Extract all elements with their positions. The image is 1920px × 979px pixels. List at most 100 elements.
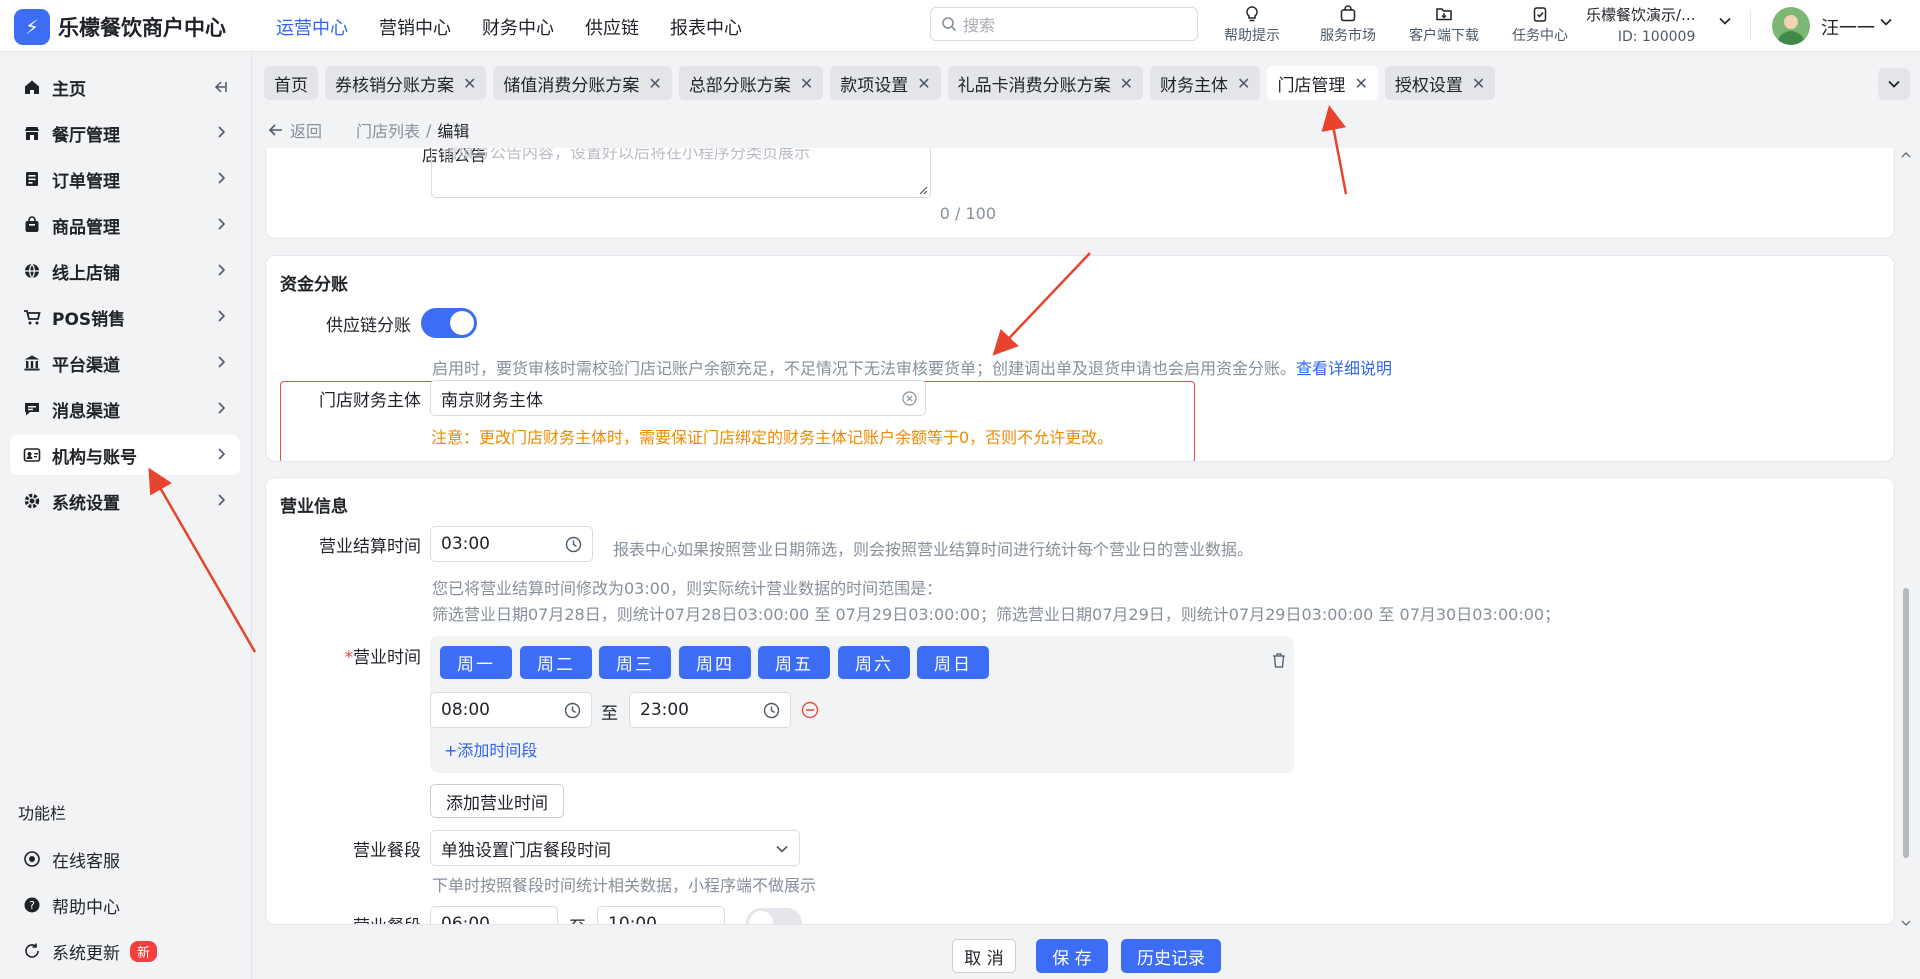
tool-service-market[interactable]: 服务市场 [1300,2,1396,45]
meal-end-input[interactable]: 10:00 [597,906,725,924]
cancel-button[interactable]: 取 消 [952,939,1016,973]
day-fri[interactable]: 周五 [758,646,830,679]
day-tue[interactable]: 周二 [520,646,592,679]
tab-finance-entity[interactable]: 财务主体 ✕ [1150,66,1261,100]
topnav-marketing[interactable]: 营销中心 [379,14,451,40]
tool-label: 服务市场 [1320,28,1376,44]
settle-time-input[interactable]: 03:00 [430,526,593,562]
breadcrumb-current: 编辑 [437,122,470,141]
add-time-period-link[interactable]: +添加时间段 [444,737,537,761]
supply-split-toggle[interactable] [421,308,477,338]
order-icon [26,172,38,186]
day-mon[interactable]: 周一 [440,646,512,679]
header-tools: 帮助提示 服务市场 客户端下载 任务中心 [1204,2,1588,45]
sidebar-item-messages[interactable]: 消息渠道 [10,389,240,429]
notice-textarea[interactable]: 请填写公告内容，设置好以后将在小程序分类页展示 [431,148,931,198]
tool-help-tips[interactable]: 帮助提示 [1204,2,1300,45]
tab-store-management[interactable]: 门店管理 ✕ [1267,66,1378,100]
chevron-down-icon[interactable] [1879,15,1893,29]
tab-gift-card-split[interactable]: 礼品卡消费分账方案 ✕ [947,66,1144,100]
sidebar-item-restaurant[interactable]: 餐厅管理 [10,113,240,153]
topnav-finance[interactable]: 财务中心 [482,14,554,40]
scrollbar[interactable] [1900,148,1912,928]
tab-stored-value-split[interactable]: 储值消费分账方案 ✕ [493,66,672,100]
tab-label: 礼品卡消费分账方案 [957,75,1111,96]
detail-link[interactable]: 查看详细说明 [1296,359,1392,378]
sidebar-online-support[interactable]: 在线客服 [10,839,240,879]
clock-icon [763,702,780,719]
end-time-input[interactable]: 23:00 [629,692,791,728]
tabs-more-button[interactable] [1878,68,1910,100]
function-bar-title: 功能栏 [18,804,67,823]
account-switcher[interactable]: 乐檬餐饮演示/... ID: 100009 [1586,4,1695,45]
trash-icon[interactable] [1271,652,1287,669]
business-card-title: 营业信息 [280,497,348,517]
close-icon[interactable]: ✕ [1472,74,1485,93]
chevron-right-icon [218,126,226,138]
clear-icon[interactable] [902,391,917,406]
topnav-supply[interactable]: 供应链 [585,14,639,40]
search-input[interactable]: 搜索 [930,7,1198,41]
sidebar-item-online-store[interactable]: 线上店铺 [10,251,240,291]
add-business-hours-button[interactable]: 添加营业时间 [430,784,564,818]
pos-icon [24,310,41,325]
day-sun[interactable]: 周日 [917,646,989,679]
collapse-sidebar-icon[interactable] [212,79,228,95]
remove-circle-icon[interactable] [801,701,819,719]
topnav-ops[interactable]: 运营中心 [276,14,348,40]
sidebar-help-center[interactable]: ? 帮助中心 [10,885,240,925]
close-icon[interactable]: ✕ [1120,74,1133,93]
sidebar-item-orders[interactable]: 订单管理 [10,159,240,199]
user-name[interactable]: 汪一一 [1821,14,1875,40]
close-icon[interactable]: ✕ [648,74,661,93]
tab-home[interactable]: 首页 [264,66,318,100]
sidebar-extra-label: 在线客服 [52,851,120,872]
arrow-left-icon[interactable] [268,122,284,138]
breadcrumb-parent[interactable]: 门店列表 [356,118,420,142]
scroll-up-icon[interactable] [1900,150,1912,160]
sidebar-item-pos[interactable]: POS销售 [10,297,240,337]
sidebar-item-home[interactable]: 主页 [10,67,240,107]
sidebar-item-platform[interactable]: 平台渠道 [10,343,240,383]
avatar[interactable] [1772,7,1810,45]
meal-period-select[interactable]: 单独设置门店餐段时间 [430,830,800,866]
tab-authorization[interactable]: 授权设置 ✕ [1384,66,1496,100]
brand-logo[interactable]: ⚡ [14,9,50,45]
day-wed[interactable]: 周三 [599,646,671,679]
meal-period-toggle[interactable] [746,908,802,924]
bag-icon [1340,5,1356,22]
tab-payment-settings[interactable]: 款项设置 ✕ [830,66,941,100]
meal-start-input[interactable]: 06:00 [430,906,558,924]
close-icon[interactable]: ✕ [1237,74,1250,93]
tab-hq-split[interactable]: 总部分账方案 ✕ [678,66,824,100]
close-icon[interactable]: ✕ [917,74,930,93]
tab-label: 首页 [274,75,308,96]
sidebar-item-org-accounts[interactable]: 机构与账号 [10,435,240,475]
scroll-down-icon[interactable] [1900,918,1912,928]
tab-label: 财务主体 [1160,75,1229,96]
sidebar-extra-label: 帮助中心 [52,897,120,918]
tab-coupon-split[interactable]: 券核销分账方案 ✕ [325,66,487,100]
settle-time-hint: 报表中心如果按照营业日期筛选，则会按照营业结算时间进行统计每个营业日的营业数据。 [613,540,1254,559]
tool-label: 任务中心 [1512,28,1568,44]
scroll-thumb[interactable] [1903,588,1909,858]
chevron-down-icon[interactable] [1718,14,1732,28]
tool-task-center[interactable]: 任务中心 [1492,2,1588,45]
close-icon[interactable]: ✕ [463,74,476,93]
sidebar-item-system-settings[interactable]: 系统设置 [10,481,240,521]
resize-handle-icon[interactable] [918,185,928,195]
back-link[interactable]: 返回 [290,118,322,142]
topnav-reports[interactable]: 报表中心 [670,14,742,40]
close-icon[interactable]: ✕ [800,74,813,93]
save-button[interactable]: 保 存 [1036,939,1108,973]
history-button[interactable]: 历史记录 [1121,939,1221,973]
sidebar-system-update[interactable]: 系统更新 新 [10,931,240,971]
close-icon[interactable]: ✕ [1354,74,1367,93]
start-time-input[interactable]: 08:00 [430,692,592,728]
finance-entity-select[interactable]: 南京财务主体 [430,380,926,416]
day-thu[interactable]: 周四 [679,646,751,679]
day-sat[interactable]: 周六 [838,646,910,679]
tool-client-download[interactable]: 客户端下载 [1396,2,1492,45]
sidebar-item-goods[interactable]: 商品管理 [10,205,240,245]
finance-entity-label: 门店财务主体 [319,391,421,411]
